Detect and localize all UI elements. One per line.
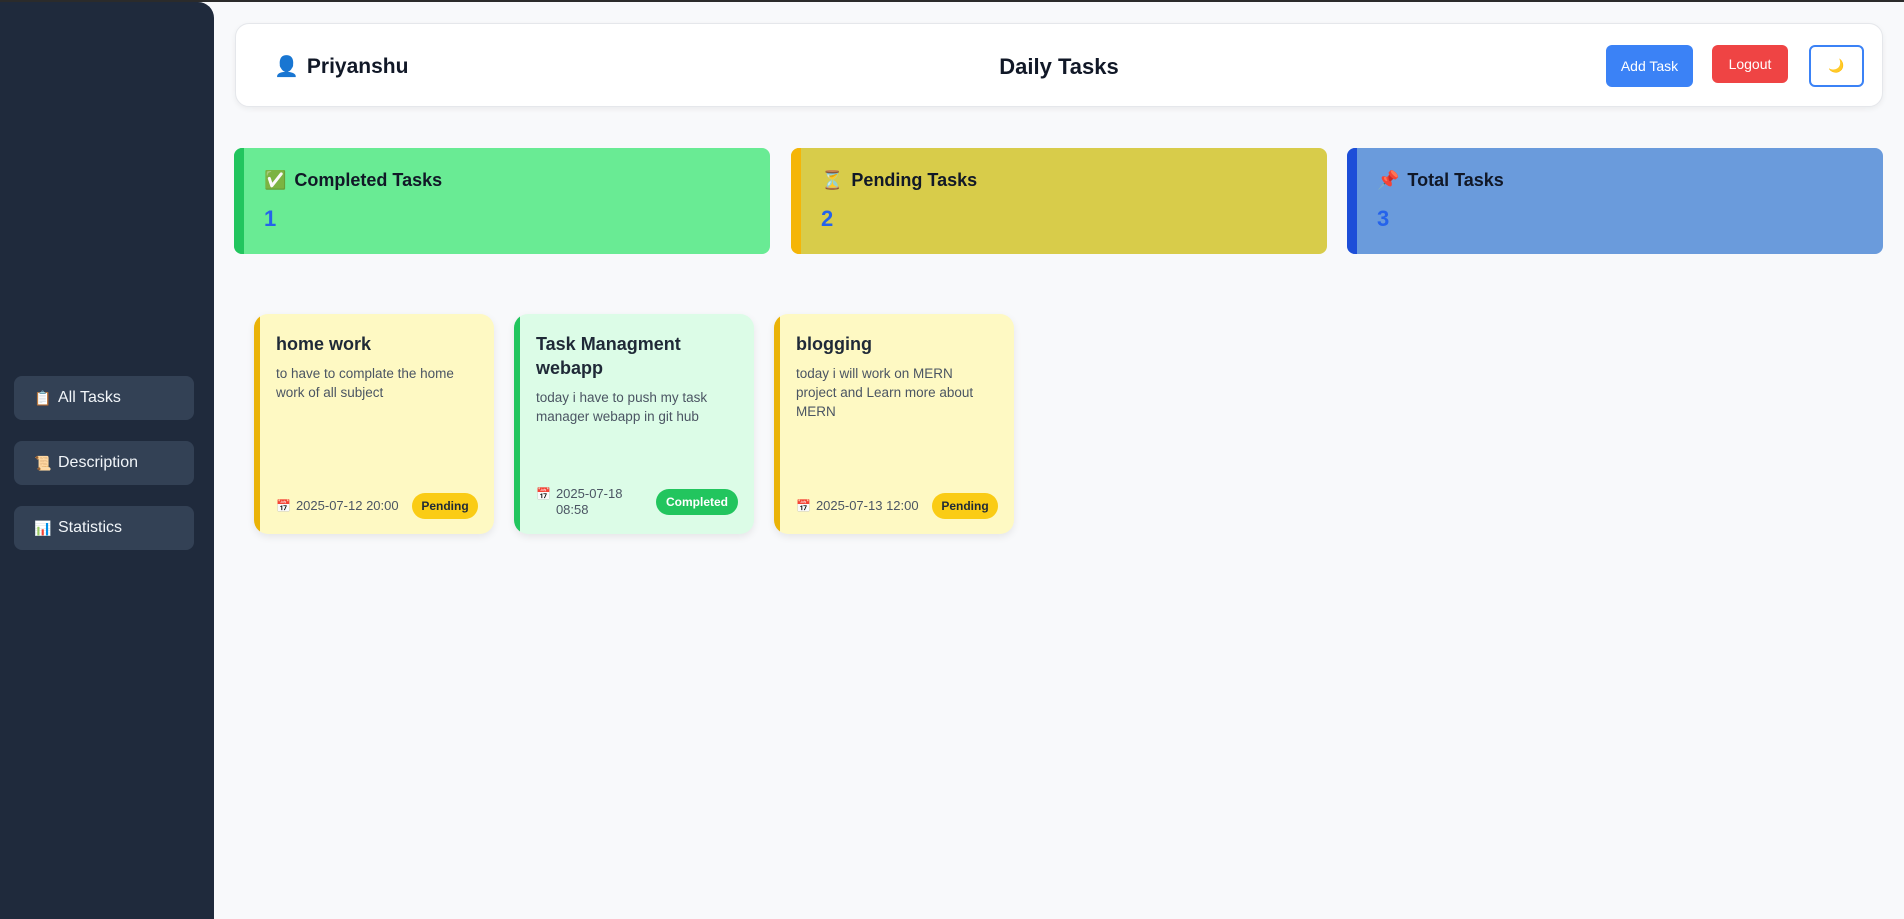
task-date: 📅 2025-07-18 08:58 [536, 486, 641, 518]
task-accent-bar [514, 314, 520, 534]
stat-count: 3 [1377, 206, 1390, 231]
sidebar-item-statistics[interactable]: 📊 Statistics [14, 506, 194, 550]
task-card[interactable]: blogging today i will work on MERN proje… [774, 314, 1014, 534]
stat-accent-bar [1347, 148, 1357, 254]
stat-card-total: 📌 Total Tasks 3 [1347, 148, 1883, 254]
stat-label: ✅ Completed Tasks [264, 170, 442, 191]
app-root: 📋 All Tasks 📜 Description 📊 Statistics 👤… [0, 2, 1904, 919]
task-title: home work [276, 334, 372, 354]
task-date: 📅 2025-07-12 20:00 [276, 498, 399, 514]
stat-accent-bar [791, 148, 801, 254]
user-icon: 👤 [274, 56, 299, 78]
stat-card-pending: ⏳ Pending Tasks 2 [791, 148, 1327, 254]
stat-label-text: Total Tasks [1407, 170, 1504, 190]
sidebar: 📋 All Tasks 📜 Description 📊 Statistics [0, 2, 214, 919]
clipboard-icon: 📋 [34, 389, 52, 406]
hourglass-icon: ⏳ [821, 170, 844, 190]
bar-chart-icon: 📊 [34, 519, 52, 536]
stat-label: ⏳ Pending Tasks [821, 170, 977, 191]
user-name: Priyanshu [306, 54, 409, 78]
task-accent-bar [254, 314, 260, 534]
scroll-icon: 📜 [34, 454, 52, 471]
user-info: 👤 Priyanshu [274, 54, 408, 79]
task-title: Task Managment webapp [536, 334, 681, 378]
logout-button[interactable]: Logout [1712, 45, 1788, 83]
stat-label: 📌 Total Tasks [1377, 170, 1504, 191]
calendar-icon: 📅 [796, 499, 811, 513]
add-task-button[interactable]: Add Task [1606, 45, 1693, 87]
sidebar-item-label: Statistics [58, 519, 123, 536]
task-description: today i have to push my task manager web… [536, 390, 708, 424]
check-icon: ✅ [264, 170, 287, 190]
task-date-text: 2025-07-12 20:00 [295, 498, 399, 513]
sidebar-item-label: All Tasks [58, 389, 121, 406]
top-bar: 👤 Priyanshu Daily Tasks Add Task Logout … [235, 23, 1883, 107]
task-description: to have to complate the home work of all… [276, 366, 454, 400]
sidebar-item-label: Description [58, 454, 139, 471]
moon-icon: 🌙 [1828, 58, 1845, 73]
task-card[interactable]: Task Managment webapp today i have to pu… [514, 314, 754, 534]
stat-card-completed: ✅ Completed Tasks 1 [234, 148, 770, 254]
stat-count: 1 [264, 206, 277, 231]
calendar-icon: 📅 [536, 487, 551, 501]
status-badge: Pending [412, 493, 478, 519]
sidebar-item-all-tasks[interactable]: 📋 All Tasks [14, 376, 194, 420]
sidebar-item-description[interactable]: 📜 Description [14, 441, 194, 485]
status-badge: Completed [656, 489, 738, 515]
stat-accent-bar [234, 148, 244, 254]
stat-count: 2 [821, 206, 834, 231]
status-badge: Pending [932, 493, 998, 519]
theme-toggle-button[interactable]: 🌙 [1809, 45, 1864, 87]
task-date-text: 2025-07-13 12:00 [815, 498, 919, 513]
task-title: blogging [796, 334, 872, 354]
task-card[interactable]: home work to have to complate the home w… [254, 314, 494, 534]
task-date-text: 2025-07-18 08:58 [555, 486, 623, 517]
stat-label-text: Completed Tasks [294, 170, 443, 190]
calendar-icon: 📅 [276, 499, 291, 513]
task-date: 📅 2025-07-13 12:00 [796, 498, 919, 514]
stat-label-text: Pending Tasks [851, 170, 978, 190]
task-accent-bar [774, 314, 780, 534]
task-description: today i will work on MERN project and Le… [796, 366, 974, 419]
pushpin-icon: 📌 [1377, 170, 1400, 190]
